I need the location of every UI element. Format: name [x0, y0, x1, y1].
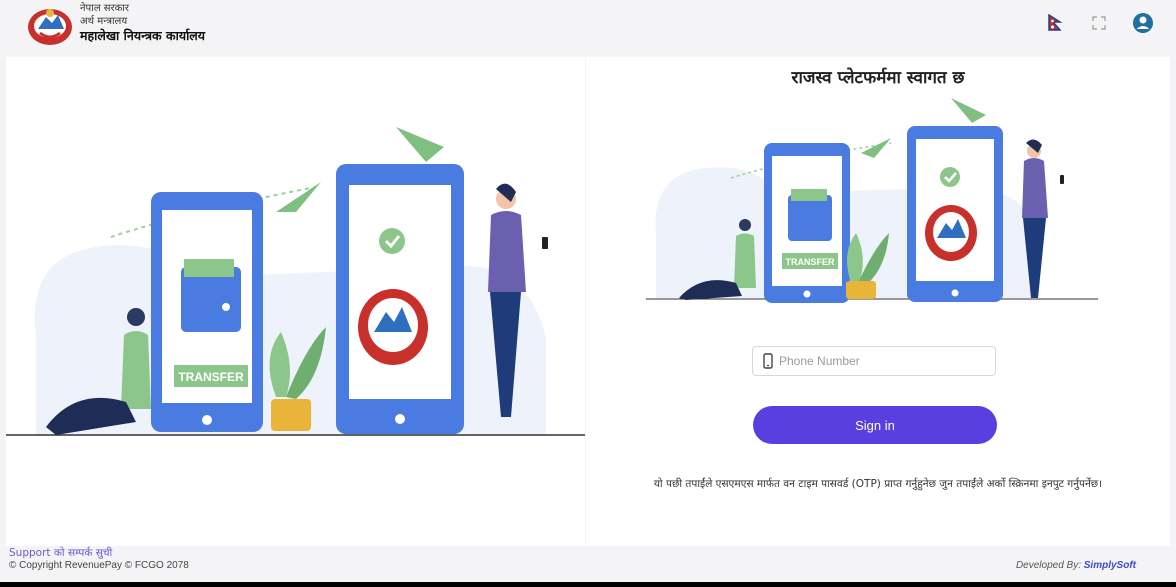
transfer-illustration-small: TRANSFER — [646, 98, 1098, 303]
transfer-label: TRANSFER — [178, 370, 244, 384]
phone-number-input[interactable] — [779, 354, 979, 368]
user-avatar-icon[interactable] — [1132, 12, 1154, 34]
copyright-text: © Copyright RevenuePay © FCGO 2078 — [9, 560, 189, 571]
login-panel: राजस्व प्लेटफर्ममा स्वागत छ TRANSFER Pho… — [586, 57, 1170, 546]
nepal-emblem-logo — [28, 9, 72, 45]
org-line-2: अर्थ मन्त्रालय — [80, 16, 128, 27]
support-contact-link[interactable]: Support को सम्पर्क सुची — [9, 546, 112, 560]
developed-by-prefix: Developed By: — [1015, 560, 1084, 571]
org-brand: नेपाल सरकार अर्थ मन्त्रालय महालेखा नियन्… — [80, 2, 205, 42]
developed-by: Developed By: SimplySoft — [1016, 560, 1136, 571]
phone-number-field[interactable] — [752, 346, 996, 376]
org-name: महालेखा नियन्त्रक कार्यालय — [80, 28, 206, 43]
app-header: नेपाल सरकार अर्थ मन्त्रालय महालेखा नियन्… — [0, 0, 1176, 56]
transfer-illustration: TRANSFER — [6, 127, 585, 436]
fullscreen-icon[interactable] — [1088, 12, 1110, 34]
sign-in-button[interactable]: Sign in — [753, 406, 997, 444]
header-actions — [1044, 12, 1154, 34]
mobile-phone-icon — [763, 353, 773, 369]
welcome-title: राजस्व प्लेटफर्ममा स्वागत छ — [791, 68, 965, 88]
app-footer: Support को सम्पर्क सुची © Copyright Reve… — [0, 546, 1176, 582]
developer-name[interactable]: SimplySoft — [1084, 560, 1136, 571]
transfer-label-small: TRANSFER — [786, 257, 835, 267]
nepal-flag-icon[interactable] — [1044, 12, 1066, 34]
org-line-1: नेपाल सरकार — [80, 3, 129, 14]
otp-info-text: यो पछी तपाईंले एसएमएस मार्फत वन टाइम पास… — [653, 478, 1103, 490]
left-illustration-panel: TRANSFER — [6, 57, 585, 546]
bottom-border — [0, 582, 1176, 587]
